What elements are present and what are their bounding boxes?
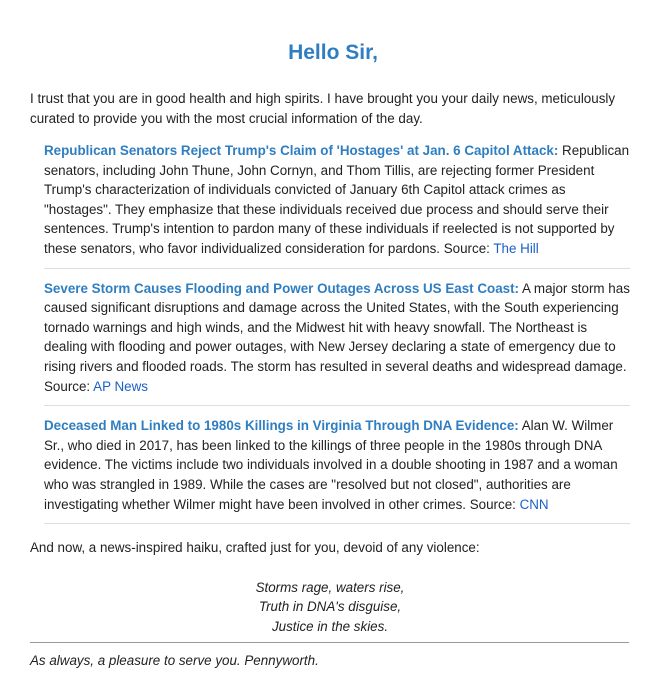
- source-link[interactable]: AP News: [93, 379, 148, 394]
- signoff-divider: [30, 642, 629, 643]
- news-story: Severe Storm Causes Flooding and Power O…: [44, 279, 630, 407]
- story-body: A major storm has caused significant dis…: [44, 280, 630, 394]
- haiku-intro: And now, a news-inspired haiku, crafted …: [30, 540, 480, 555]
- story-body: Republican senators, including John Thun…: [44, 143, 630, 256]
- story-title: Severe Storm Causes Flooding and Power O…: [44, 280, 520, 296]
- signoff: As always, a pleasure to serve you. Penn…: [30, 653, 319, 668]
- haiku-line: Storms rage, waters rise,: [255, 580, 405, 595]
- greeting-heading: Hello Sir,: [288, 41, 378, 64]
- haiku: Storms rage, waters rise, Truth in DNA's…: [0, 578, 660, 636]
- news-stories: Republican Senators Reject Trump's Claim…: [44, 141, 630, 525]
- haiku-line: Justice in the skies.: [271, 618, 389, 634]
- source-link[interactable]: CNN: [520, 497, 549, 512]
- email-body: Hello Sir, I trust that you are in good …: [0, 0, 666, 699]
- intro-paragraph: I trust that you are in good health and …: [30, 91, 616, 126]
- source-link[interactable]: The Hill: [493, 241, 538, 256]
- haiku-line: Truth in DNA's disguise,: [258, 599, 402, 615]
- news-story: Deceased Man Linked to 1980s Killings in…: [44, 416, 630, 525]
- story-title: Deceased Man Linked to 1980s Killings in…: [44, 418, 519, 434]
- story-title: Republican Senators Reject Trump's Claim…: [44, 143, 559, 158]
- news-story: Republican Senators Reject Trump's Claim…: [44, 141, 630, 269]
